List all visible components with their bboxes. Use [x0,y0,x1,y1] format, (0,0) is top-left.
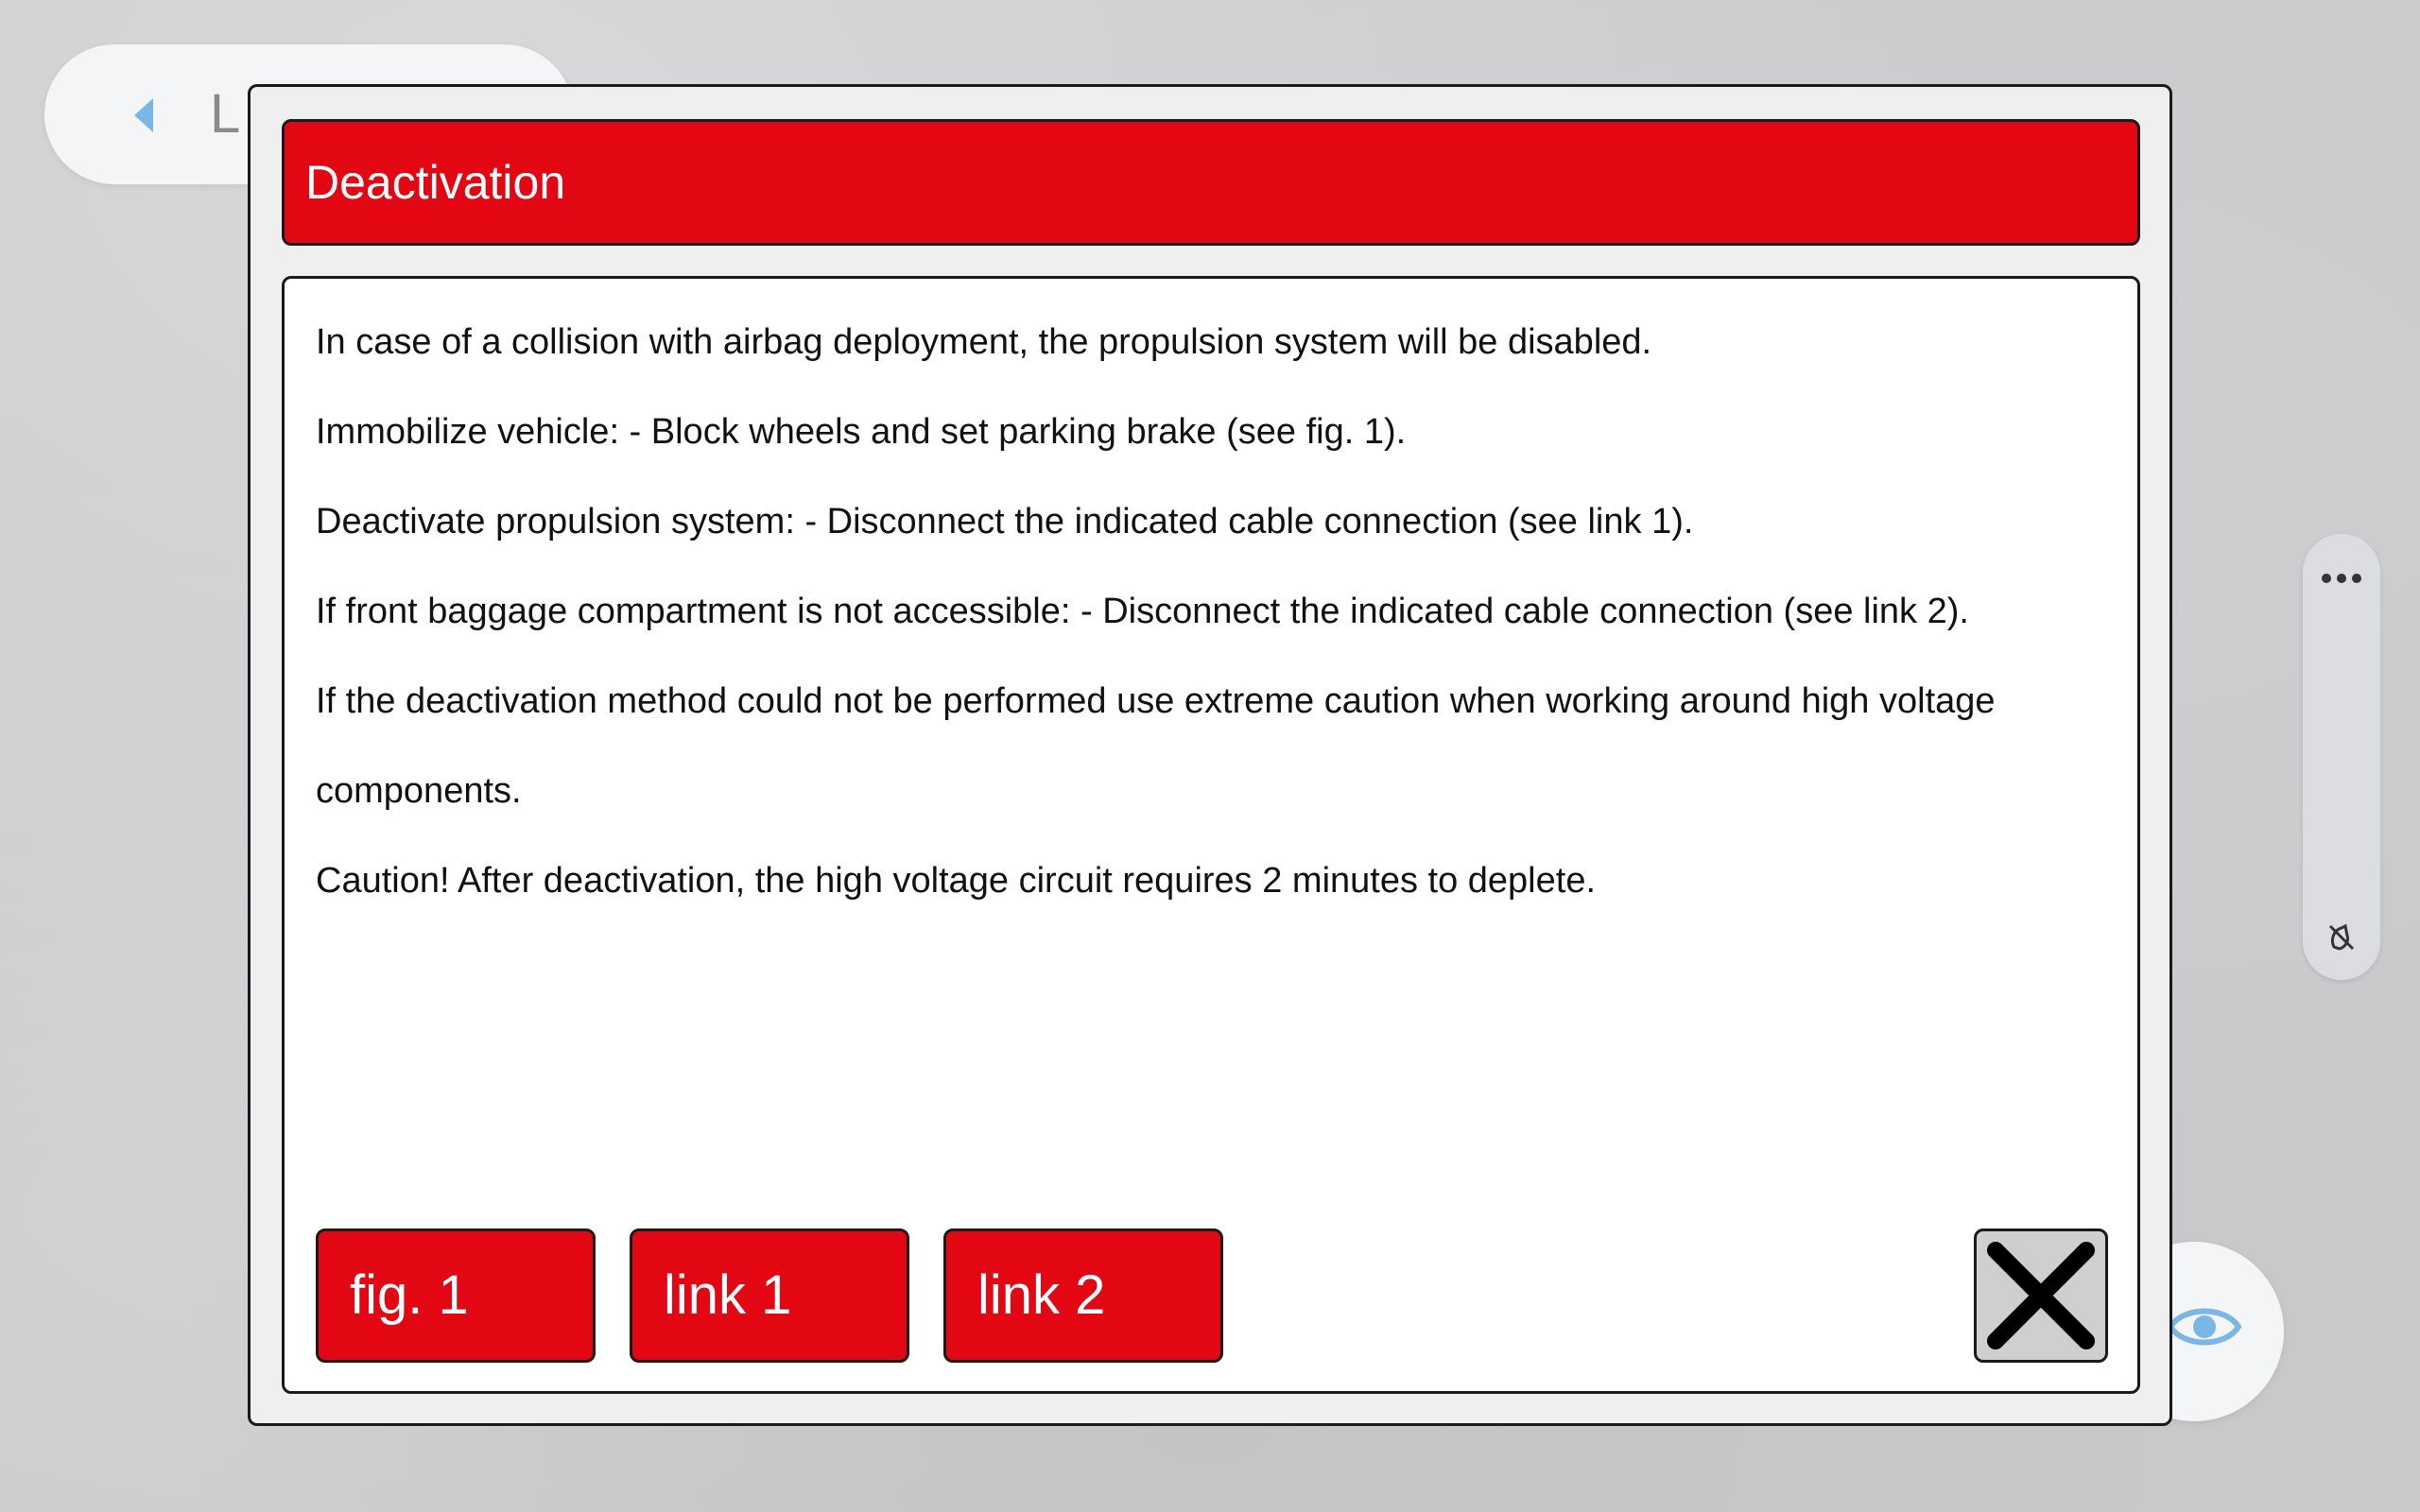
instruction-paragraph: If front baggage compartment is not acce… [316,592,1969,631]
link-2-button[interactable]: link 2 [943,1228,1223,1363]
fig-1-button[interactable]: fig. 1 [316,1228,596,1363]
deactivation-dialog: Deactivation In case of a collision with… [248,84,2172,1426]
side-toolbar [2303,534,2380,980]
back-label: L [210,83,241,145]
instruction-paragraph: In case of a collision with airbag deplo… [316,322,1652,362]
chevron-left-icon [134,98,153,132]
dialog-title: Deactivation [305,156,566,209]
instruction-paragraph: Deactivate propulsion system: - Disconne… [316,502,1694,541]
dialog-body: In case of a collision with airbag deplo… [282,276,2140,1394]
instructions-text: In case of a collision with airbag deplo… [316,298,2102,926]
instruction-paragraph: Caution! After deactivation, the high vo… [316,861,1597,901]
instruction-paragraph: If the deactivation method could not be … [316,681,1996,811]
mute-icon[interactable] [2303,914,2380,961]
more-horizontal-icon[interactable] [2303,553,2380,591]
instruction-paragraph: Immobilize vehicle: - Block wheels and s… [316,412,1407,452]
dialog-header: Deactivation [282,119,2140,246]
link-1-button[interactable]: link 1 [630,1228,909,1363]
close-icon [1987,1242,2095,1349]
close-button[interactable] [1974,1228,2108,1363]
eye-icon [2167,1298,2242,1360]
